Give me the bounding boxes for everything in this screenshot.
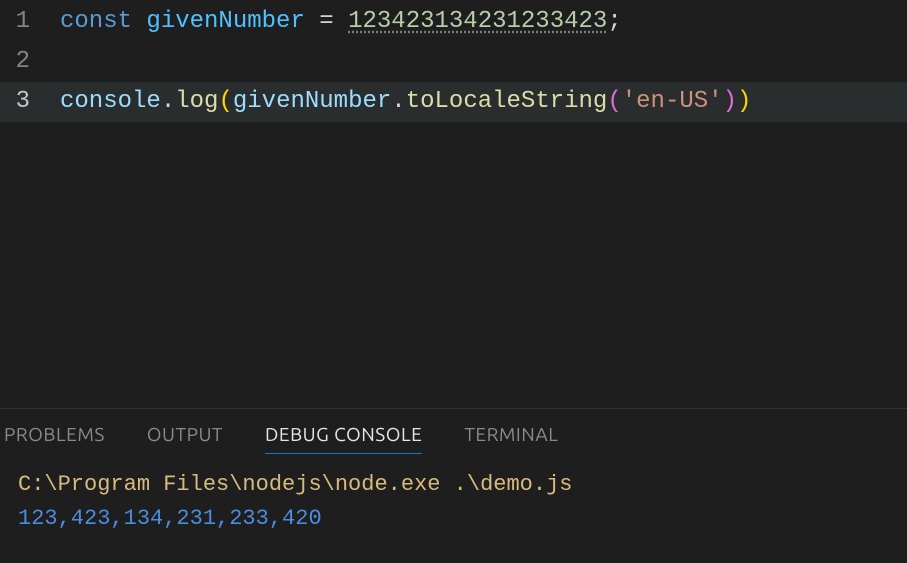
token-variable: givenNumber (146, 8, 304, 35)
token-function: toLocaleString (406, 88, 608, 115)
token-variable: givenNumber (233, 88, 391, 115)
token-bracket: ) (737, 88, 751, 115)
token-space (132, 8, 146, 35)
token-punc: . (161, 88, 175, 115)
token-bracket: ) (723, 88, 737, 115)
bottom-panel: PROBLEMS OUTPUT DEBUG CONSOLE TERMINAL C… (0, 408, 907, 563)
line-number: 3 (0, 82, 60, 122)
code-content[interactable] (60, 42, 907, 82)
line-number: 1 (0, 2, 60, 42)
code-line[interactable]: 2 (0, 42, 907, 82)
token-punc: = (305, 8, 348, 35)
token-number: 123423134231233423 (348, 8, 607, 35)
output-command-line: C:\Program Files\nodejs\node.exe .\demo.… (18, 468, 889, 502)
code-line[interactable]: 1 const givenNumber = 123423134231233423… (0, 2, 907, 42)
token-punc: ; (607, 8, 621, 35)
line-number: 2 (0, 42, 60, 82)
tab-problems[interactable]: PROBLEMS (4, 423, 105, 454)
tab-output[interactable]: OUTPUT (147, 423, 223, 454)
code-content[interactable]: const givenNumber = 123423134231233423; (60, 2, 907, 42)
debug-console-output[interactable]: C:\Program Files\nodejs\node.exe .\demo.… (0, 454, 907, 550)
token-bracket: ( (218, 88, 232, 115)
token-object: console (60, 88, 161, 115)
tab-terminal[interactable]: TERMINAL (464, 423, 558, 454)
code-line-active[interactable]: 3 console.log(givenNumber.toLocaleString… (0, 82, 907, 122)
token-bracket: ( (607, 88, 621, 115)
token-keyword: const (60, 8, 132, 35)
code-content[interactable]: console.log(givenNumber.toLocaleString('… (60, 82, 907, 122)
token-function: log (175, 88, 218, 115)
tab-debug-console[interactable]: DEBUG CONSOLE (265, 423, 422, 454)
token-string: 'en-US' (622, 88, 723, 115)
output-result-line: 123,423,134,231,233,420 (18, 502, 889, 536)
code-editor[interactable]: 1 const givenNumber = 123423134231233423… (0, 0, 907, 408)
panel-tabs: PROBLEMS OUTPUT DEBUG CONSOLE TERMINAL (0, 409, 907, 454)
token-punc: . (391, 88, 405, 115)
